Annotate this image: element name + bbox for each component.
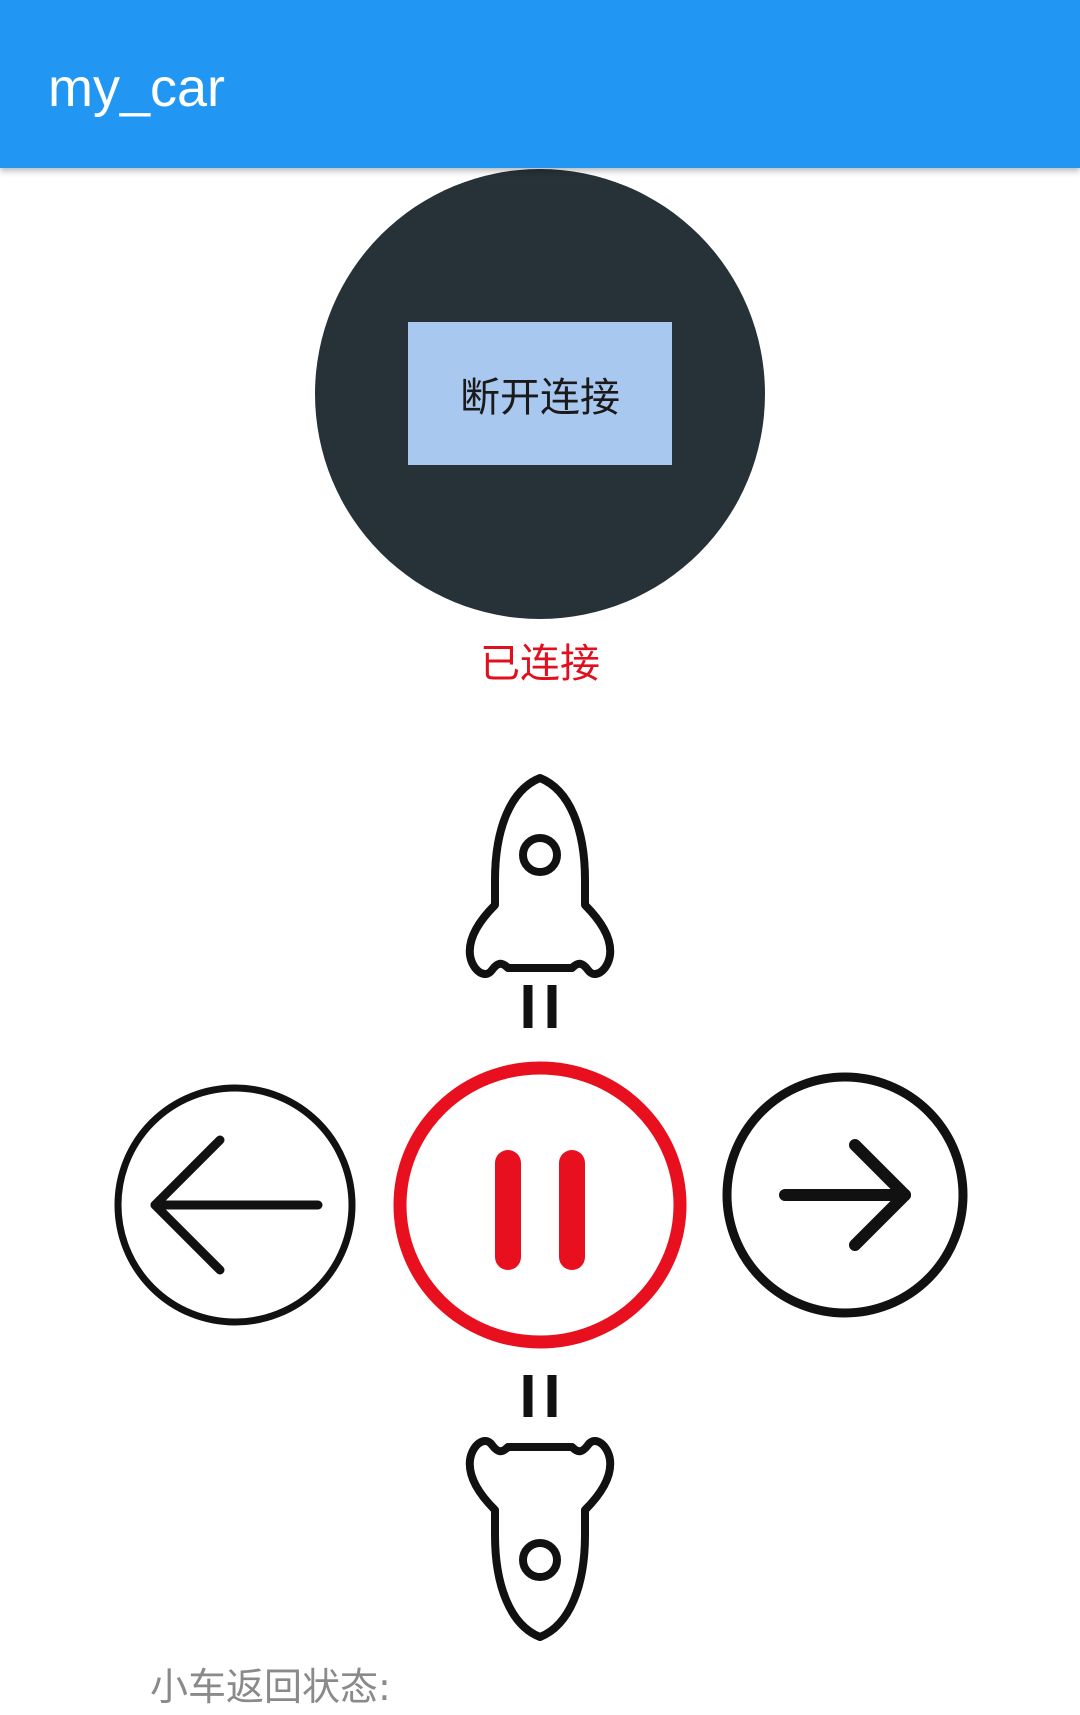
arrow-right-circle-icon xyxy=(722,1072,968,1318)
backward-button[interactable] xyxy=(440,1365,640,1650)
forward-button[interactable] xyxy=(440,770,640,1040)
app-bar: my_car xyxy=(0,0,1080,168)
left-button[interactable] xyxy=(110,1080,360,1330)
connection-panel: 断开连接 xyxy=(315,169,765,619)
right-button[interactable] xyxy=(715,1065,985,1335)
app-title: my_car xyxy=(48,58,226,118)
car-status-label: 小车返回状态: xyxy=(150,1665,391,1709)
rocket-up-icon xyxy=(465,774,615,1028)
arrow-left-circle-icon xyxy=(114,1084,356,1326)
pause-circle-icon xyxy=(393,1061,687,1349)
disconnect-button[interactable]: 断开连接 xyxy=(408,322,672,465)
rocket-down-icon xyxy=(465,1375,615,1641)
stop-button[interactable] xyxy=(385,1055,695,1355)
connection-status: 已连接 xyxy=(480,641,600,687)
